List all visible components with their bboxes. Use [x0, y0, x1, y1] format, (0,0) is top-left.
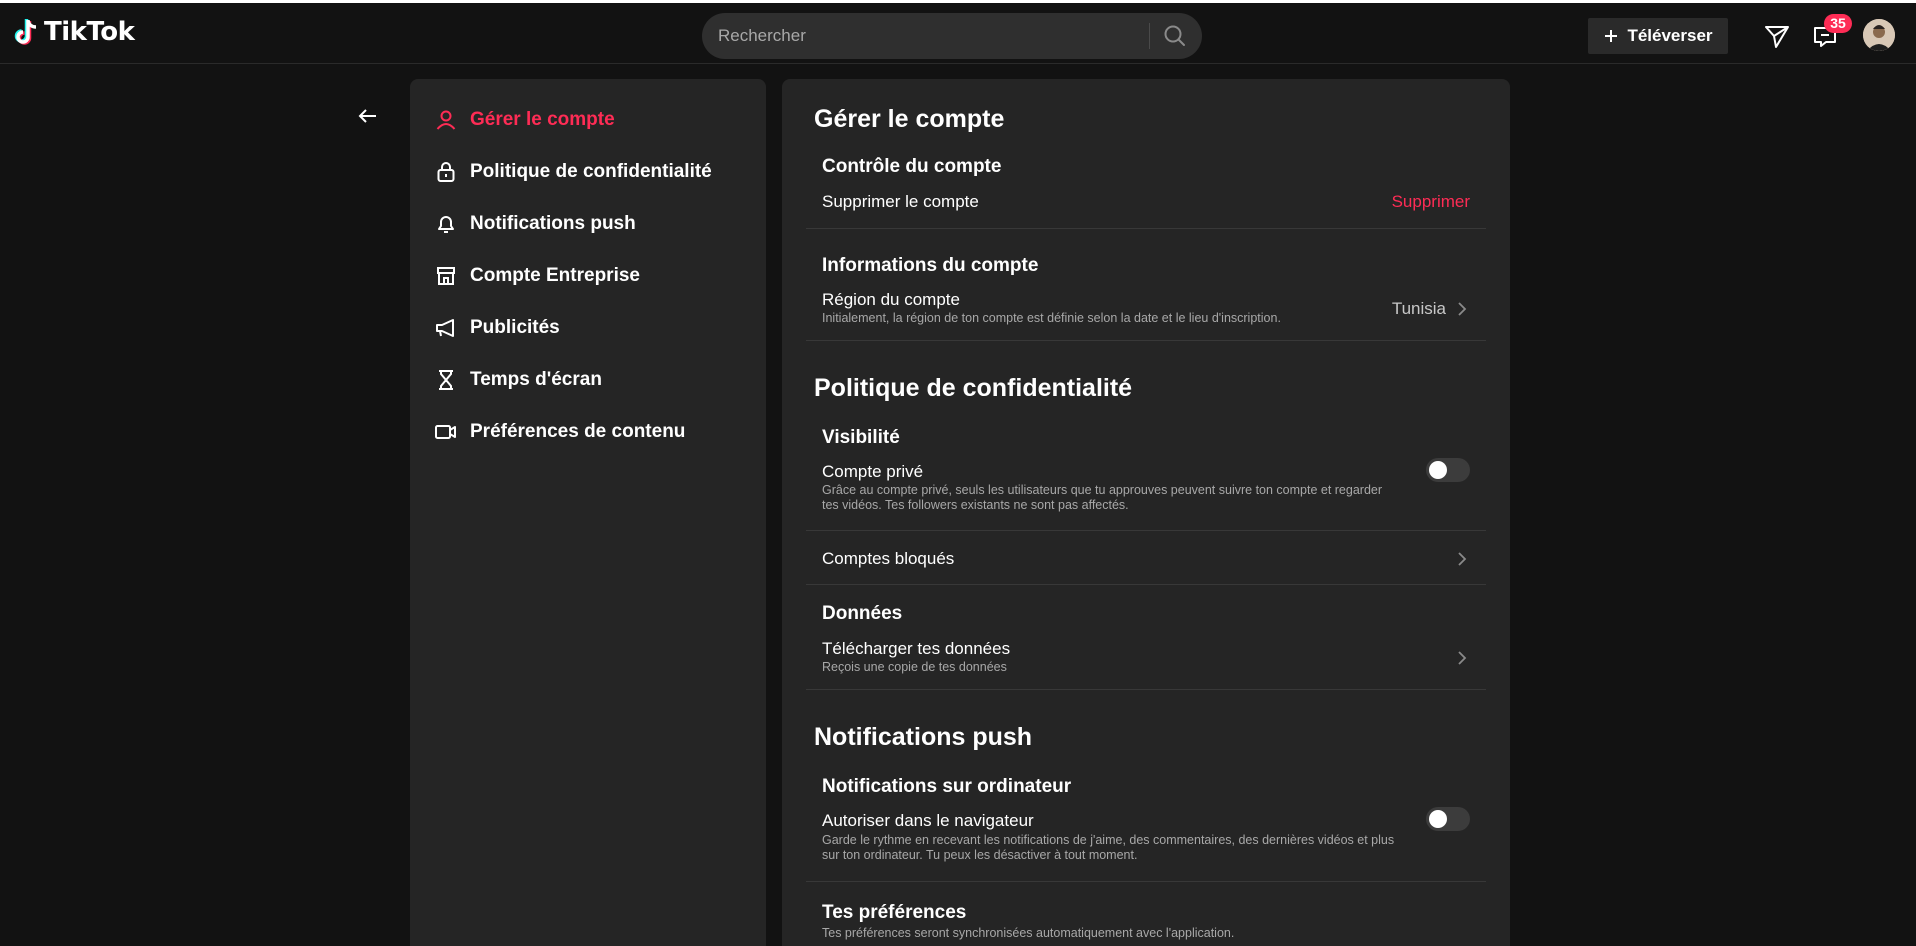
section-title-push-notifications: Notifications push: [814, 723, 1033, 751]
settings-content-panel: Gérer le compte Contrôle du compte Suppr…: [782, 79, 1510, 946]
group-title-visibility: Visibilité: [822, 427, 900, 448]
delete-account-label: Supprimer le compte: [822, 192, 979, 211]
sidebar-item-screen-time[interactable]: Temps d'écran: [434, 365, 602, 395]
delete-account-button[interactable]: Supprimer: [1392, 192, 1470, 212]
hourglass-icon: [439, 370, 453, 390]
shop-icon: [437, 267, 455, 285]
avatar[interactable]: [1863, 19, 1895, 51]
tiktok-logo[interactable]: TikTok: [14, 17, 135, 47]
video-camera-icon: [435, 425, 456, 439]
sidebar-item-business-account[interactable]: Compte Entreprise: [434, 261, 640, 291]
sidebar-item-push-notifications[interactable]: Notifications push: [434, 209, 636, 239]
download-data-description: Reçois une copie de tes données: [822, 660, 1007, 674]
upload-button[interactable]: Téléverser: [1588, 18, 1728, 54]
chevron-right-icon: [1458, 302, 1467, 316]
sidebar-item-label: Publicités: [470, 317, 560, 338]
search-icon[interactable]: [1160, 21, 1190, 51]
account-region-description: Initialement, la région de ton compte es…: [822, 311, 1281, 325]
group-title-account-info: Informations du compte: [822, 255, 1039, 276]
sidebar-item-ads[interactable]: Publicités: [434, 313, 560, 343]
search-divider: [1149, 23, 1150, 49]
sidebar-item-label: Préférences de contenu: [470, 421, 686, 442]
chevron-right-icon: [1458, 651, 1467, 665]
chevron-right-icon: [1458, 552, 1467, 566]
megaphone-icon: [436, 319, 454, 337]
sidebar-item-label: Temps d'écran: [470, 369, 602, 390]
allow-in-browser-description: Garde le rythme en recevant les notifica…: [822, 833, 1395, 862]
allow-in-browser-label: Autoriser dans le navigateur: [822, 811, 1034, 830]
logo-wordmark: TikTok: [44, 17, 135, 47]
divider: [806, 689, 1486, 690]
divider: [806, 340, 1486, 341]
section-title-privacy: Politique de confidentialité: [814, 374, 1133, 402]
group-title-desktop-notifications: Notifications sur ordinateur: [822, 776, 1072, 797]
bell-icon: [438, 216, 454, 233]
sidebar-item-manage-account[interactable]: Gérer le compte: [434, 105, 615, 135]
divider: [806, 228, 1486, 229]
settings-sidebar: Gérer le compte Politique de confidentia…: [410, 79, 766, 946]
group-title-your-preferences: Tes préférences: [822, 902, 967, 923]
private-account-description: Grâce au compte privé, seuls les utilisa…: [822, 483, 1383, 512]
your-preferences-description: Tes préférences seront synchronisées aut…: [822, 926, 1235, 940]
group-title-data: Données: [822, 603, 903, 624]
plus-icon: [1605, 30, 1618, 42]
private-account-label: Compte privé: [822, 462, 924, 481]
sidebar-item-content-preferences[interactable]: Préférences de contenu: [434, 417, 685, 447]
private-account-toggle[interactable]: [1426, 458, 1470, 482]
back-arrow-icon[interactable]: [355, 103, 381, 129]
send-message-icon[interactable]: [1762, 21, 1792, 51]
lock-icon: [437, 162, 455, 182]
download-data-label: Télécharger tes données: [822, 639, 1011, 658]
sidebar-item-label: Notifications push: [470, 213, 636, 234]
account-region-value: Tunisia: [1391, 299, 1446, 318]
top-navigation-bar: TikTok Téléverser 35: [0, 0, 1916, 64]
account-region-label: Région du compte: [822, 290, 960, 309]
notification-badge: 35: [1824, 14, 1852, 33]
search-bar: [702, 13, 1202, 59]
sidebar-item-label: Politique de confidentialité: [470, 161, 712, 182]
tiktok-note-icon: [14, 19, 37, 45]
section-title-manage-account: Gérer le compte: [814, 105, 1005, 133]
user-photo-icon: [1863, 19, 1895, 51]
sidebar-item-privacy[interactable]: Politique de confidentialité: [434, 157, 712, 187]
blocked-accounts-label: Comptes bloqués: [822, 549, 955, 568]
sidebar-item-label: Compte Entreprise: [470, 265, 640, 286]
upload-label: Téléverser: [1627, 26, 1713, 45]
divider: [806, 530, 1486, 531]
browser-notifications-toggle[interactable]: [1426, 807, 1470, 831]
search-input[interactable]: [718, 13, 1138, 59]
divider: [806, 881, 1486, 882]
user-icon: [436, 110, 456, 130]
group-title-account-control: Contrôle du compte: [822, 156, 1002, 177]
sidebar-item-label: Gérer le compte: [470, 109, 615, 130]
divider: [806, 584, 1486, 585]
